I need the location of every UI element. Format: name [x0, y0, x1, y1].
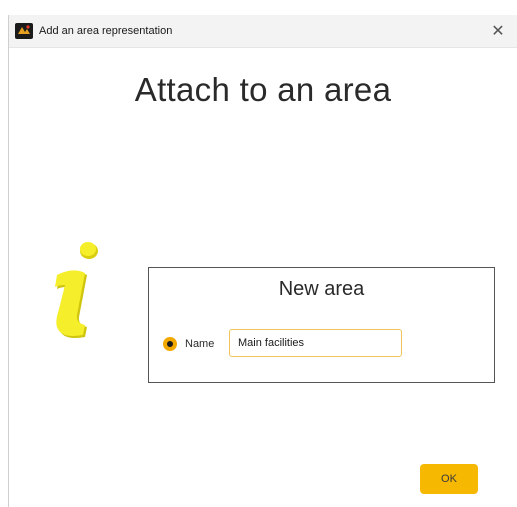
ok-button[interactable]: OK	[420, 464, 478, 494]
page-title: Attach to an area	[134, 71, 392, 108]
panel-title: New area	[278, 278, 365, 300]
info-icon	[55, 242, 98, 338]
name-radio[interactable]	[163, 337, 177, 351]
close-button[interactable]: ✕	[479, 15, 517, 47]
name-radio-label: Name	[185, 338, 215, 350]
name-input[interactable]	[229, 329, 402, 357]
radio-dot	[167, 341, 173, 347]
close-icon: ✕	[491, 23, 505, 40]
dialog-window: Add an area representation ✕ Attach to a…	[8, 15, 517, 507]
app-logo-icon	[15, 23, 33, 39]
new-area-panel: New area Name	[148, 267, 495, 383]
title-bar[interactable]: Add an area representation ✕	[9, 15, 517, 48]
window-title: Add an area representation	[39, 25, 173, 37]
